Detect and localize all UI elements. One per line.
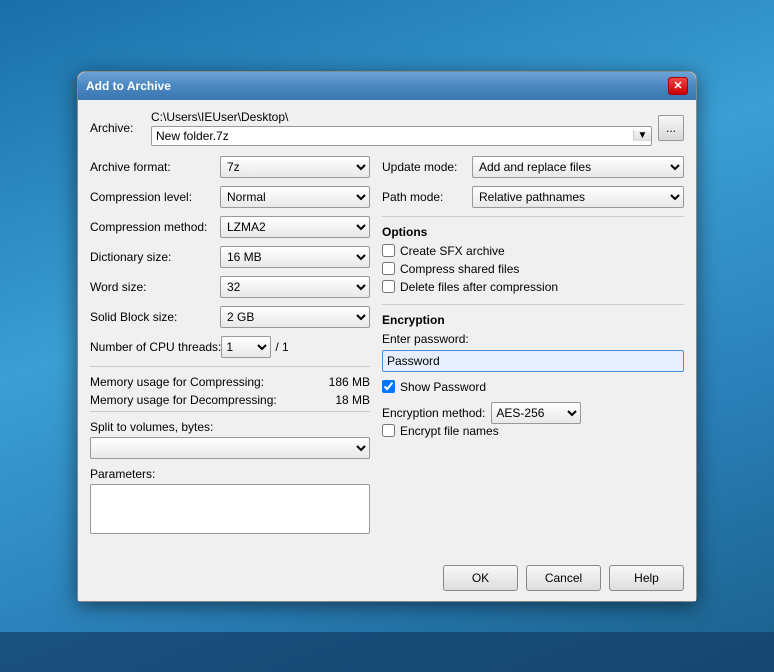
encryption-title: Encryption bbox=[382, 313, 684, 327]
create-sfx-label[interactable]: Create SFX archive bbox=[400, 244, 505, 258]
password-input[interactable] bbox=[382, 350, 684, 372]
delete-after-label[interactable]: Delete files after compression bbox=[400, 280, 558, 294]
update-mode-select[interactable]: Add and replace files Update and add fil… bbox=[472, 156, 684, 178]
archive-path-input[interactable] bbox=[152, 127, 633, 145]
close-button[interactable]: ✕ bbox=[668, 77, 688, 95]
cpu-threads-of: / 1 bbox=[275, 340, 288, 354]
delete-after-row: Delete files after compression bbox=[382, 280, 684, 294]
browse-button[interactable]: ... bbox=[658, 115, 684, 141]
title-bar: Add to Archive ✕ bbox=[78, 72, 696, 100]
ok-button[interactable]: OK bbox=[443, 565, 518, 591]
cpu-threads-select[interactable]: 1 2 4 bbox=[221, 336, 271, 358]
dictionary-size-label: Dictionary size: bbox=[90, 250, 220, 264]
word-size-label: Word size: bbox=[90, 280, 220, 294]
show-password-checkbox[interactable] bbox=[382, 380, 395, 393]
archive-format-label: Archive format: bbox=[90, 160, 220, 174]
right-column: Update mode: Add and replace files Updat… bbox=[382, 156, 684, 545]
parameters-input[interactable] bbox=[90, 484, 370, 534]
path-mode-select[interactable]: Relative pathnames Full pathnames Absolu… bbox=[472, 186, 684, 208]
compression-method-select[interactable]: LZMA LZMA2 PPMd bbox=[220, 216, 370, 238]
update-mode-row: Update mode: Add and replace files Updat… bbox=[382, 156, 684, 178]
split-label: Split to volumes, bytes: bbox=[90, 420, 370, 434]
path-mode-row: Path mode: Relative pathnames Full pathn… bbox=[382, 186, 684, 208]
compression-level-row: Compression level: Store Fastest Fast No… bbox=[90, 186, 370, 208]
add-to-archive-dialog: Add to Archive ✕ Archive: C:\Users\IEUse… bbox=[77, 71, 697, 602]
solid-block-label: Solid Block size: bbox=[90, 310, 220, 324]
mem-compressing-label: Memory usage for Compressing: bbox=[90, 375, 264, 389]
cpu-input-wrap: 1 2 4 / 1 bbox=[221, 336, 288, 358]
solid-block-select[interactable]: Non-solid 1 MB 256 MB 2 GB 4 GB bbox=[220, 306, 370, 328]
archive-path-top: C:\Users\IEUser\Desktop\ bbox=[151, 110, 652, 124]
dictionary-size-row: Dictionary size: 1 MB 4 MB 8 MB 16 MB 32… bbox=[90, 246, 370, 268]
cpu-threads-label: Number of CPU threads: bbox=[90, 340, 221, 354]
archive-dropdown-arrow[interactable]: ▼ bbox=[633, 130, 651, 141]
options-section: Options Create SFX archive Compress shar… bbox=[382, 225, 684, 294]
mem-decompressing-value: 18 MB bbox=[335, 393, 370, 407]
path-mode-label: Path mode: bbox=[382, 190, 472, 204]
footer-buttons: OK Cancel Help bbox=[78, 557, 696, 601]
dialog-title: Add to Archive bbox=[86, 79, 171, 93]
update-mode-label: Update mode: bbox=[382, 160, 472, 174]
compression-level-label: Compression level: bbox=[90, 190, 220, 204]
left-column: Archive format: 7z zip tar wim Compressi… bbox=[90, 156, 370, 545]
enc-method-row: Encryption method: AES-256 ZipCrypto bbox=[382, 402, 684, 424]
split-select[interactable]: 1457664 - 1.44 MB 2088960 - 2 MB 4177920… bbox=[90, 437, 370, 459]
parameters-row: Parameters: bbox=[90, 467, 370, 537]
cancel-button[interactable]: Cancel bbox=[526, 565, 601, 591]
enc-method-label: Encryption method: bbox=[382, 406, 485, 420]
compress-shared-label[interactable]: Compress shared files bbox=[400, 262, 519, 276]
cpu-threads-row: Number of CPU threads: 1 2 4 / 1 bbox=[90, 336, 370, 358]
create-sfx-row: Create SFX archive bbox=[382, 244, 684, 258]
compress-shared-checkbox[interactable] bbox=[382, 262, 395, 275]
dialog-body: Archive: C:\Users\IEUser\Desktop\ ▼ ... … bbox=[78, 100, 696, 557]
enc-method-select[interactable]: AES-256 ZipCrypto bbox=[491, 402, 581, 424]
compression-method-row: Compression method: LZMA LZMA2 PPMd bbox=[90, 216, 370, 238]
encrypt-names-row: Encrypt file names bbox=[382, 424, 684, 438]
compress-shared-row: Compress shared files bbox=[382, 262, 684, 276]
mem-compressing-row: Memory usage for Compressing: 186 MB bbox=[90, 375, 370, 389]
create-sfx-checkbox[interactable] bbox=[382, 244, 395, 257]
encrypt-names-label[interactable]: Encrypt file names bbox=[400, 424, 499, 438]
password-label: Enter password: bbox=[382, 332, 684, 346]
main-columns: Archive format: 7z zip tar wim Compressi… bbox=[90, 156, 684, 545]
dictionary-size-select[interactable]: 1 MB 4 MB 8 MB 16 MB 32 MB 64 MB bbox=[220, 246, 370, 268]
compression-level-select[interactable]: Store Fastest Fast Normal Maximum Ultra bbox=[220, 186, 370, 208]
archive-label: Archive: bbox=[90, 121, 145, 135]
show-password-row: Show Password bbox=[382, 380, 684, 394]
word-size-select[interactable]: 8 16 32 64 bbox=[220, 276, 370, 298]
archive-format-select[interactable]: 7z zip tar wim bbox=[220, 156, 370, 178]
compression-method-label: Compression method: bbox=[90, 220, 220, 234]
help-button[interactable]: Help bbox=[609, 565, 684, 591]
title-bar-buttons: ✕ bbox=[668, 77, 688, 95]
archive-row: Archive: C:\Users\IEUser\Desktop\ ▼ ... bbox=[90, 110, 684, 146]
show-password-label[interactable]: Show Password bbox=[400, 380, 486, 394]
options-title: Options bbox=[382, 225, 684, 239]
solid-block-row: Solid Block size: Non-solid 1 MB 256 MB … bbox=[90, 306, 370, 328]
archive-format-row: Archive format: 7z zip tar wim bbox=[90, 156, 370, 178]
mem-compressing-value: 186 MB bbox=[329, 375, 370, 389]
split-row: Split to volumes, bytes: 1457664 - 1.44 … bbox=[90, 420, 370, 459]
encryption-section: Encryption Enter password: Show Password… bbox=[382, 313, 684, 438]
parameters-label: Parameters: bbox=[90, 467, 370, 481]
word-size-row: Word size: 8 16 32 64 bbox=[90, 276, 370, 298]
encrypt-names-checkbox[interactable] bbox=[382, 424, 395, 437]
delete-after-checkbox[interactable] bbox=[382, 280, 395, 293]
mem-decompressing-label: Memory usage for Decompressing: bbox=[90, 393, 277, 407]
archive-combo[interactable]: ▼ bbox=[151, 126, 652, 146]
mem-decompressing-row: Memory usage for Decompressing: 18 MB bbox=[90, 393, 370, 407]
